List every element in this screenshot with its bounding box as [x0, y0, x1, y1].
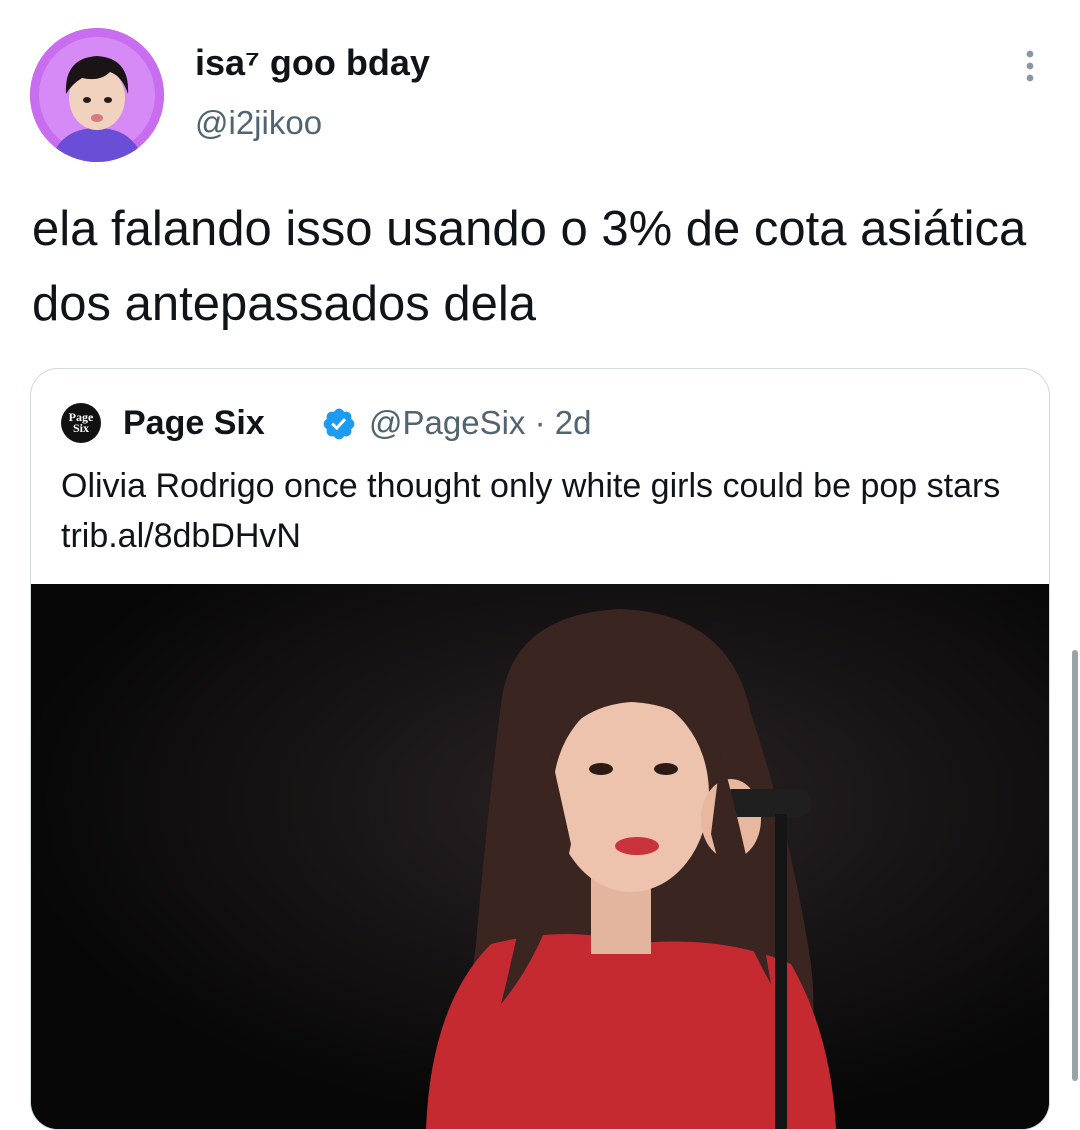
quoted-tweet-text: Olivia Rodrigo once thought only white g…	[61, 467, 1001, 555]
author-avatar[interactable]	[30, 28, 164, 162]
quoted-tweet-header: Page Six Page Six @PageSix · 2d	[61, 403, 1021, 443]
scrollbar-thumb[interactable]	[1072, 650, 1078, 1081]
quoted-tweet-card[interactable]: Page Six Page Six @PageSix · 2d Olivia R…	[30, 368, 1050, 1130]
page-six-logo[interactable]: Page Six	[61, 403, 101, 443]
author-handle[interactable]: @i2jikoo	[195, 104, 322, 142]
performer-photo	[31, 584, 1049, 1129]
meta-separator: ·	[534, 404, 546, 441]
quoted-tweet-photo[interactable]	[31, 584, 1049, 1129]
verified-badge-icon	[323, 408, 355, 440]
quoted-author-name[interactable]: Page Six	[123, 403, 265, 443]
quoted-author-meta: @PageSix · 2d	[369, 403, 591, 443]
avatar-photo	[30, 28, 164, 162]
author-name[interactable]: isa⁷ goo bday	[195, 42, 430, 84]
quoted-author-handle[interactable]: @PageSix	[369, 404, 525, 441]
more-options-icon[interactable]	[1018, 48, 1042, 84]
tweet-text: ela falando isso usando o 3% de cota asi…	[32, 202, 1027, 331]
quoted-tweet-time[interactable]: 2d	[555, 404, 592, 441]
